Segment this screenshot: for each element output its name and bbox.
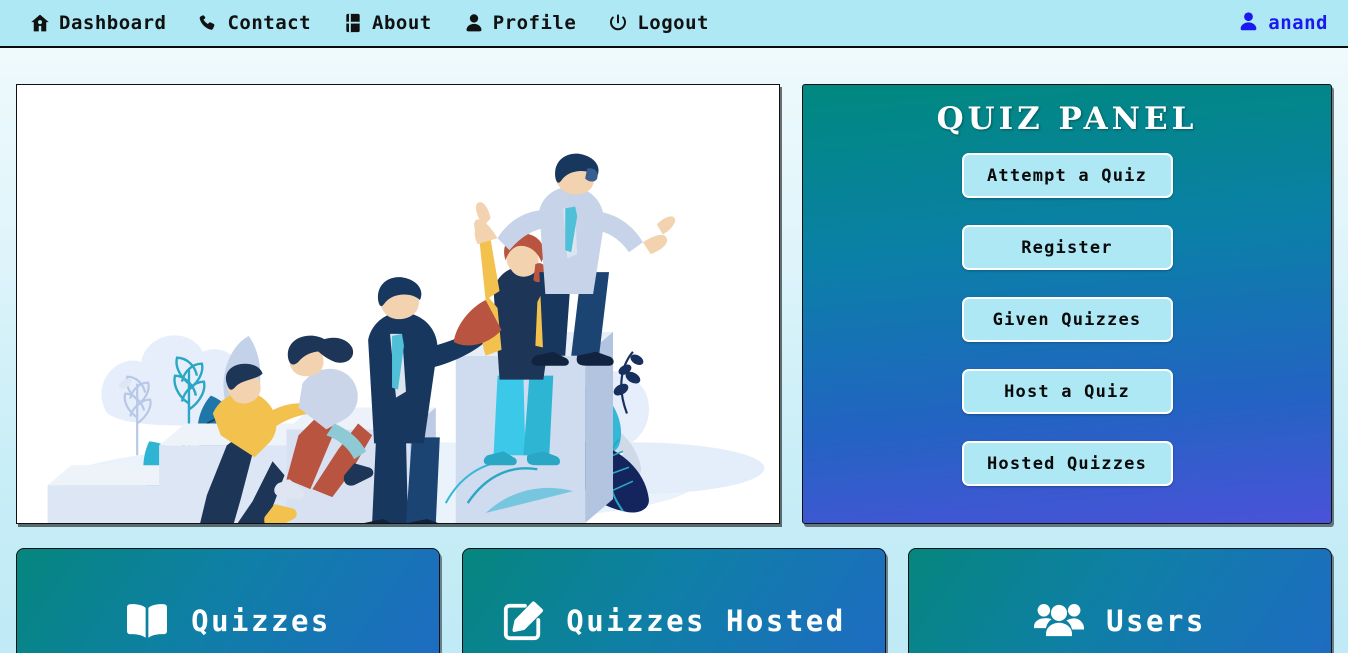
nav-item-logout[interactable]: Logout <box>592 8 725 38</box>
nav-item-label: Dashboard <box>59 12 167 34</box>
power-icon <box>608 13 628 33</box>
page-content: QUIZ PANEL Attempt a Quiz Register Given… <box>0 48 1348 653</box>
pen-to-square-icon <box>502 600 544 642</box>
phone-icon <box>198 13 218 33</box>
user-icon <box>464 13 484 33</box>
nav-item-label: Profile <box>492 12 577 34</box>
nav-item-label: Logout <box>637 12 709 34</box>
open-book-icon <box>125 601 169 641</box>
nav-user-name: anand <box>1268 12 1328 34</box>
attempt-a-quiz-button[interactable]: Attempt a Quiz <box>961 153 1173 198</box>
nav-item-profile[interactable]: Profile <box>448 8 593 38</box>
top-row: QUIZ PANEL Attempt a Quiz Register Given… <box>16 48 1332 524</box>
stat-card-quizzes[interactable]: Quizzes <box>16 548 440 653</box>
stat-card-label: Quizzes Hosted <box>566 604 846 638</box>
home-icon <box>30 13 50 33</box>
host-a-quiz-button[interactable]: Host a Quiz <box>961 369 1173 414</box>
users-icon <box>1034 601 1085 641</box>
hosted-quizzes-button[interactable]: Hosted Quizzes <box>961 441 1173 486</box>
book-icon <box>343 13 363 33</box>
nav-links: Dashboard Contact About Profile Logout <box>14 8 725 38</box>
stat-card-quizzes-hosted[interactable]: Quizzes Hosted <box>462 548 886 653</box>
nav-item-label: Contact <box>227 12 312 34</box>
quiz-panel: QUIZ PANEL Attempt a Quiz Register Given… <box>802 84 1332 524</box>
top-navbar: Dashboard Contact About Profile Logout a… <box>0 0 1348 48</box>
hero-illustration-card <box>16 84 780 524</box>
success-teamwork-illustration <box>17 85 779 523</box>
given-quizzes-button[interactable]: Given Quizzes <box>961 297 1173 342</box>
stat-card-label: Users <box>1106 604 1206 638</box>
nav-item-about[interactable]: About <box>327 8 448 38</box>
nav-item-label: About <box>372 12 432 34</box>
register-button[interactable]: Register <box>961 225 1173 270</box>
nav-item-contact[interactable]: Contact <box>182 8 327 38</box>
stat-card-label: Quizzes <box>191 604 331 638</box>
stat-card-users[interactable]: Users <box>908 548 1332 653</box>
stat-cards-row: Quizzes Quizzes Hosted Users <box>16 548 1332 653</box>
user-icon <box>1239 11 1258 36</box>
nav-item-dashboard[interactable]: Dashboard <box>14 8 182 38</box>
nav-user[interactable]: anand <box>1239 11 1328 36</box>
quiz-panel-title: QUIZ PANEL <box>936 101 1198 137</box>
